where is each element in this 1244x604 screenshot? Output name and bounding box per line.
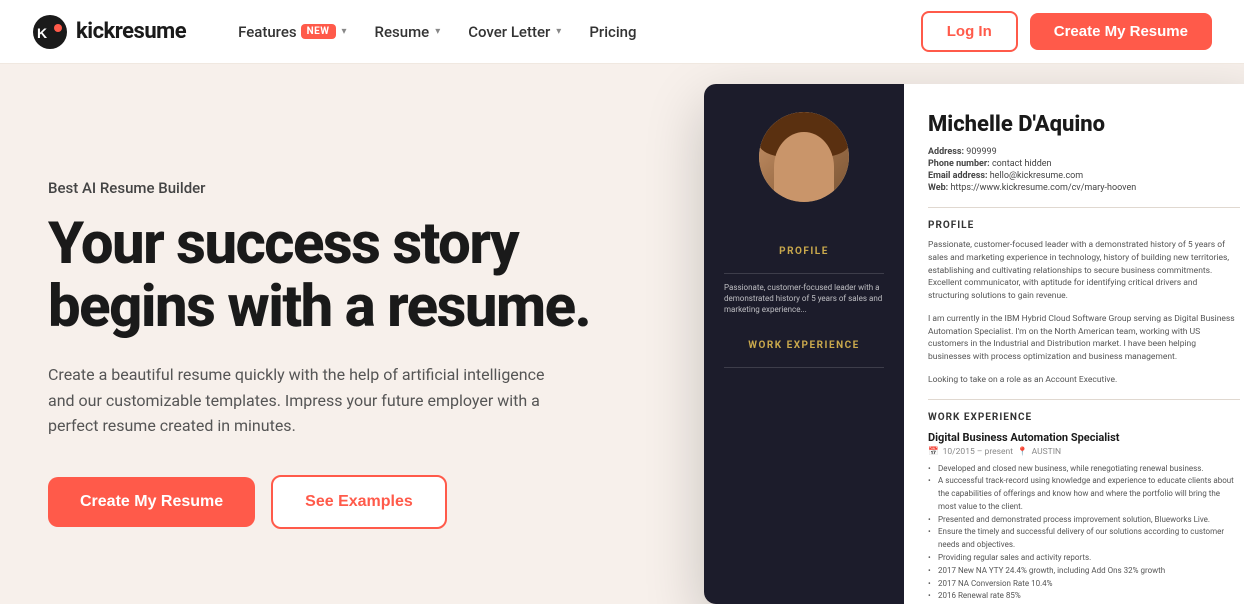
new-badge: NEW: [301, 24, 336, 39]
avatar-face: [774, 132, 834, 202]
hero-buttons: Create My Resume See Examples: [48, 475, 590, 529]
address-line: Address: 909999: [928, 147, 1240, 157]
phone-line: Phone number: contact hidden: [928, 159, 1240, 169]
nav-resume[interactable]: Resume ▾: [363, 15, 453, 49]
bullet-4: Ensure the timely and successful deliver…: [928, 526, 1240, 552]
create-resume-nav-button[interactable]: Create My Resume: [1030, 13, 1212, 50]
nav-cover-letter[interactable]: Cover Letter ▾: [456, 15, 573, 49]
create-resume-hero-button[interactable]: Create My Resume: [48, 477, 255, 527]
nav-features[interactable]: Features NEW ▾: [226, 15, 358, 49]
resume-name: Michelle D'Aquino: [928, 112, 1240, 137]
profile-body-2: I am currently in the IBM Hybrid Cloud S…: [928, 313, 1240, 364]
hero-section: Best AI Resume Builder Your success stor…: [0, 64, 1244, 604]
resume-chevron-icon: ▾: [435, 26, 440, 37]
logo[interactable]: K kickresume: [32, 14, 186, 50]
location-icon: 📍: [1017, 447, 1028, 457]
nav-items: Features NEW ▾ Resume ▾ Cover Letter ▾ P…: [226, 15, 921, 49]
cover-letter-chevron-icon: ▾: [556, 26, 561, 37]
web-line: Web: https://www.kickresume.com/cv/mary-…: [928, 183, 1240, 193]
avatar-image: [759, 112, 849, 202]
left-divider-2: [724, 367, 884, 368]
resume-left-panel: PROFILE Passionate, customer-focused lea…: [704, 84, 904, 604]
resume-right-panel: Michelle D'Aquino Address: 909999 Phone …: [904, 84, 1244, 604]
logo-text: kickresume: [76, 19, 186, 44]
navbar: K kickresume Features NEW ▾ Resume ▾ Cov…: [0, 0, 1244, 64]
calendar-icon: 📅: [928, 447, 939, 457]
bullet-8: 2016 Renewal rate 85%: [928, 590, 1240, 603]
job-title: Digital Business Automation Specialist: [928, 431, 1240, 444]
bullet-6: 2017 New NA YTY 24.4% growth, including …: [928, 565, 1240, 578]
bullet-5: Providing regular sales and activity rep…: [928, 552, 1240, 565]
bullet-3: Presented and demonstrated process impro…: [928, 514, 1240, 527]
resume-contact: Address: 909999 Phone number: contact hi…: [928, 147, 1240, 193]
features-chevron-icon: ▾: [342, 26, 347, 37]
svg-text:K: K: [37, 25, 47, 41]
resume-preview: PROFILE Passionate, customer-focused lea…: [704, 84, 1244, 604]
right-divider-1: [928, 207, 1240, 208]
right-divider-2: [928, 399, 1240, 400]
kickresume-logo-icon: K: [32, 14, 68, 50]
work-section-title: WORK EXPERIENCE: [928, 412, 1240, 423]
profile-section-title: PROFILE: [928, 220, 1240, 231]
left-work-label: WORK EXPERIENCE: [748, 340, 860, 351]
left-divider-1: [724, 273, 884, 274]
left-profile-text: Passionate, customer-focused leader with…: [724, 282, 884, 316]
nav-pricing[interactable]: Pricing: [577, 15, 648, 49]
hero-subtitle: Best AI Resume Builder: [48, 179, 590, 197]
profile-body: Passionate, customer-focused leader with…: [928, 239, 1240, 303]
email-line: Email address: hello@kickresume.com: [928, 171, 1240, 181]
avatar: [759, 112, 849, 202]
hero-description: Create a beautiful resume quickly with t…: [48, 362, 568, 439]
left-profile-label: PROFILE: [779, 246, 829, 257]
nav-actions: Log In Create My Resume: [921, 11, 1212, 52]
job-meta: 📅 10/2015 – present 📍 AUSTIN: [928, 447, 1240, 457]
hero-content: Best AI Resume Builder Your success stor…: [48, 179, 590, 529]
bullet-2: A successful track-record using knowledg…: [928, 475, 1240, 513]
bullet-7: 2017 NA Conversion Rate 10.4%: [928, 578, 1240, 591]
profile-body-3: Looking to take on a role as an Account …: [928, 374, 1240, 387]
hero-title: Your success story begins with a resume.: [48, 213, 590, 338]
bullet-1: Developed and closed new business, while…: [928, 463, 1240, 476]
bullet-list: Developed and closed new business, while…: [928, 463, 1240, 604]
see-examples-button[interactable]: See Examples: [271, 475, 447, 529]
login-button[interactable]: Log In: [921, 11, 1018, 52]
